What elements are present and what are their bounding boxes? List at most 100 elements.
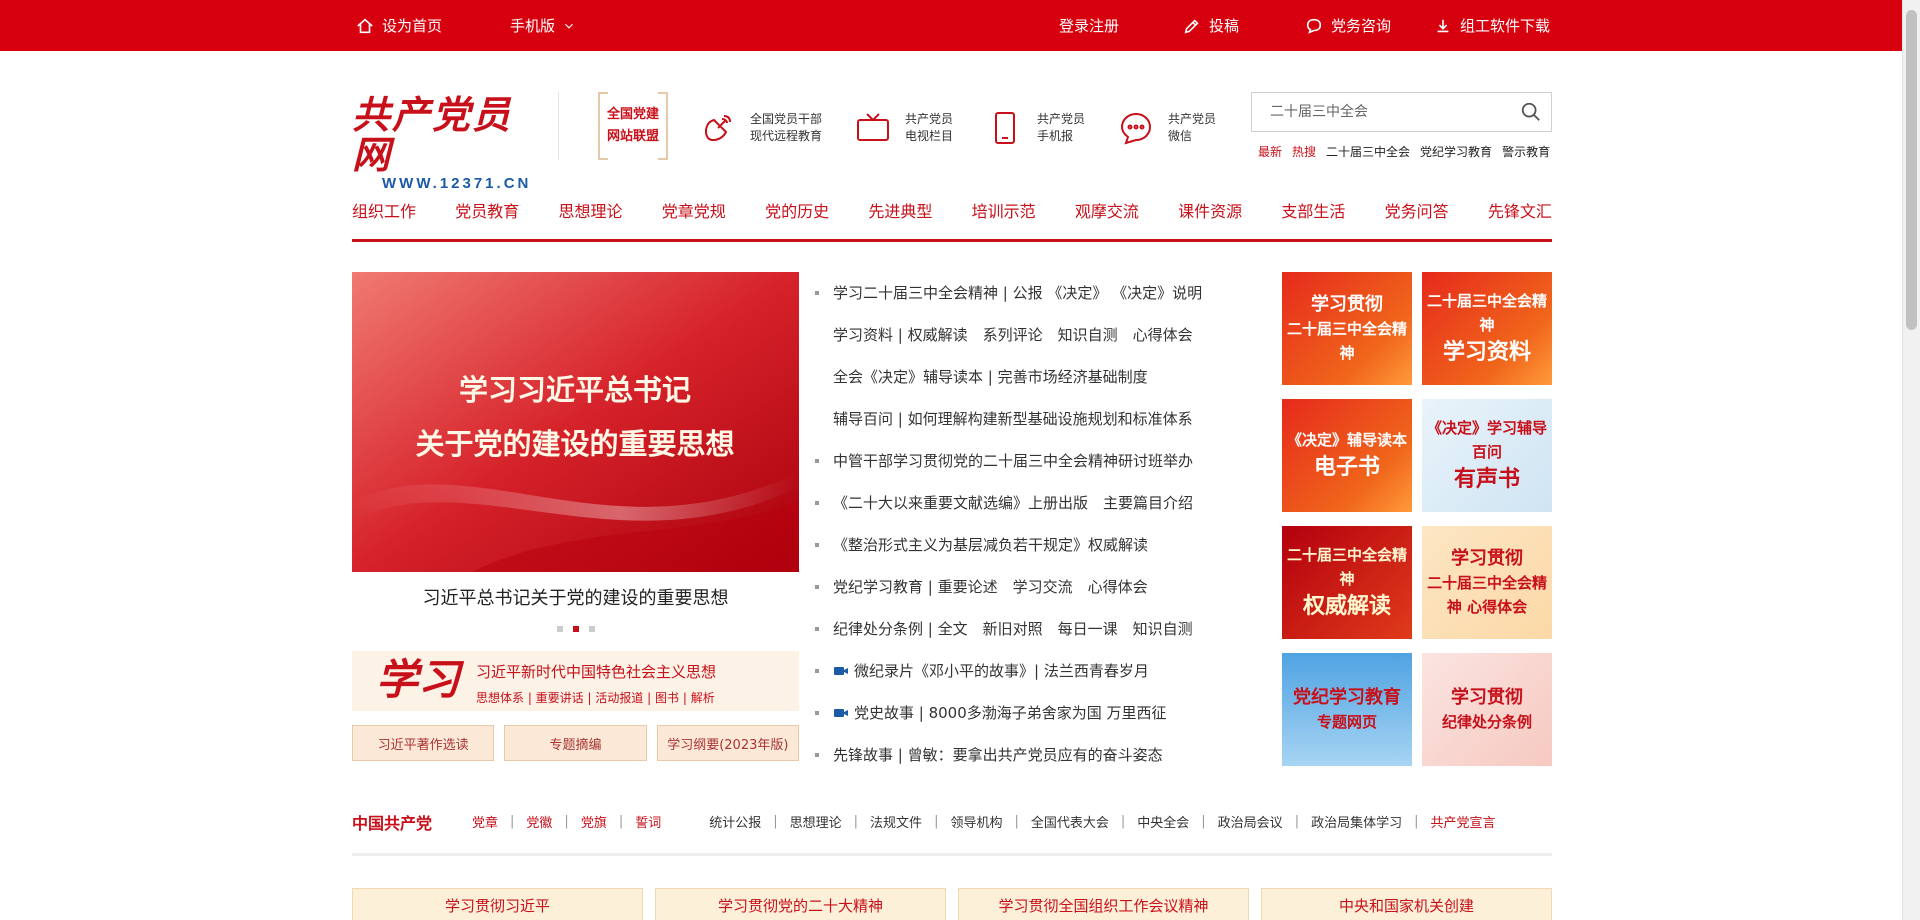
separator: | xyxy=(1294,814,1300,829)
headline-news-list: 学习二十届三中全会精神 | 公报 《决定》 《决定》说明 学习资料 | 权威解读 … xyxy=(815,272,1235,776)
xuexi-brush-logo: 学习 xyxy=(376,655,461,704)
nav-item[interactable]: 思想理论 xyxy=(559,198,623,239)
cpc-info-link[interactable]: 政治局集体学习 xyxy=(1311,812,1402,831)
carousel-dot[interactable] xyxy=(556,626,563,632)
news-item[interactable]: 纪律处分条例 | 全文 新旧对照 每日一课 知识自测 xyxy=(815,608,1235,650)
hot-label[interactable]: 热搜 xyxy=(1292,143,1316,160)
login-register-link[interactable]: 登录注册 xyxy=(1059,0,1119,51)
study-outline-button[interactable]: 学习纲要(2023年版) xyxy=(656,725,799,761)
nav-item[interactable]: 培训示范 xyxy=(972,198,1036,239)
cpc-title[interactable]: 中国共产党 xyxy=(352,810,432,834)
topic-excerpts-button[interactable]: 专题摘编 xyxy=(504,725,647,761)
news-item[interactable]: 《二十大以来重要文献选编》上册出版 主要篇目介绍 xyxy=(815,482,1235,524)
nav-item[interactable]: 课件资源 xyxy=(1178,198,1242,239)
hot-keyword[interactable]: 党纪学习教育 xyxy=(1420,143,1492,160)
mobile-version-dropdown[interactable]: 手机版 xyxy=(510,0,575,51)
xi-thought-banner[interactable]: 学习 习近平新时代中国特色社会主义思想 思想体系 | 重要讲话 | 活动报道 |… xyxy=(352,651,799,711)
search-icon xyxy=(1521,102,1540,121)
search-button[interactable] xyxy=(1511,93,1551,131)
feature-tile[interactable]: 二十届三中全会精神 学习资料 xyxy=(1422,272,1552,385)
chevron-down-icon xyxy=(565,23,573,29)
feature-tile[interactable]: 学习贯彻 纪律处分条例 xyxy=(1422,653,1552,766)
cpc-info-link[interactable]: 领导机构 xyxy=(950,812,1002,831)
nav-item[interactable]: 组织工作 xyxy=(352,198,416,239)
nav-item[interactable]: 党务问答 xyxy=(1385,198,1449,239)
software-download-link[interactable]: 组工软件下载 xyxy=(1434,0,1550,51)
cpc-info-link[interactable]: 法规文件 xyxy=(870,812,922,831)
communist-manifesto-link[interactable]: 共产党宣言 xyxy=(1430,812,1495,831)
chat-icon xyxy=(1306,18,1322,34)
cpc-info-link[interactable]: 中央全会 xyxy=(1137,812,1189,831)
feature-tile[interactable]: 《决定》学习辅导百问 有声书 xyxy=(1422,399,1552,512)
cpc-link-bar: 中国共产党 党章 | 党徽 | 党旗 | 誓词 统计公报 | 思想理论 | 法规文件 | 领导机构 | 全国代… xyxy=(352,806,1552,856)
site-logo[interactable]: 共产党员网 WWW.12371.CN xyxy=(352,95,528,193)
cpc-info-link[interactable]: 政治局会议 xyxy=(1218,812,1283,831)
latest-label[interactable]: 最新 xyxy=(1258,143,1282,160)
news-item[interactable]: 《整治形式主义为基层减负若干规定》权威解读 xyxy=(815,524,1235,566)
xuexi-links[interactable]: 思想体系 | 重要讲话 | 活动报道 | 图书 | 解析 xyxy=(476,689,715,706)
news-item[interactable]: 中管干部学习贯彻党的二十届三中全会精神研讨班举办 xyxy=(815,440,1235,482)
distance-education-link[interactable]: 全国党员干部 现代远程教育 xyxy=(700,110,822,146)
carousel-dot-active[interactable] xyxy=(572,626,579,632)
feature-tiles: 学习贯彻 二十届三中全会精神 二十届三中全会精神 学习资料 《决定》辅导读本 电子书 《决定… xyxy=(1282,272,1552,766)
carousel-dot[interactable] xyxy=(588,626,595,632)
carousel-slide[interactable]: 学习习近平总书记 关于党的建设的重要思想 xyxy=(352,272,799,572)
topic-banner[interactable]: 学习贯彻党的二十大精神 xyxy=(655,888,946,920)
scrollbar-thumb[interactable] xyxy=(1906,10,1917,330)
nav-item[interactable]: 先锋文汇 xyxy=(1488,198,1552,239)
feature-tile[interactable]: 学习贯彻 二十届三中全会精神 心得体会 xyxy=(1422,526,1552,639)
news-item[interactable]: 全会《决定》辅导读本 | 完善市场经济基础制度 xyxy=(815,356,1235,398)
pen-icon xyxy=(1184,18,1199,33)
nav-item[interactable]: 党的历史 xyxy=(765,198,829,239)
separator: | xyxy=(510,814,515,829)
news-item[interactable]: 党史故事 | 8000多渤海子弟舍家为国 万里西征 xyxy=(815,692,1235,734)
nav-item[interactable]: 观摩交流 xyxy=(1075,198,1139,239)
mobile-newspaper-link[interactable]: 共产党员 手机报 xyxy=(987,110,1085,146)
set-homepage-link[interactable]: 设为首页 xyxy=(356,0,442,51)
feature-tile[interactable]: 二十届三中全会精神 权威解读 xyxy=(1282,526,1412,639)
news-item[interactable]: 学习二十届三中全会精神 | 公报 《决定》 《决定》说明 xyxy=(815,272,1235,314)
separator: | xyxy=(1120,814,1126,829)
cpc-info-link[interactable]: 全国代表大会 xyxy=(1031,812,1109,831)
topic-banner[interactable]: 学习贯彻全国组织工作会议精神 xyxy=(958,888,1249,920)
cpc-info-link[interactable]: 思想理论 xyxy=(790,812,842,831)
cpc-symbol-link[interactable]: 党章 xyxy=(472,812,498,831)
cpc-info-link[interactable]: 统计公报 xyxy=(709,812,761,831)
wechat-link[interactable]: 共产党员 微信 xyxy=(1118,110,1216,146)
topic-banner[interactable]: 中央和国家机关创建 xyxy=(1261,888,1552,920)
news-item[interactable]: 学习资料 | 权威解读 系列评论 知识自测 心得体会 xyxy=(815,314,1235,356)
cpc-symbol-link[interactable]: 党旗 xyxy=(581,812,607,831)
submit-article-link[interactable]: 投稿 xyxy=(1183,0,1239,51)
news-item[interactable]: 先锋故事 | 曾敏：要拿出共产党员应有的奋斗姿态 xyxy=(815,734,1235,776)
vertical-scrollbar[interactable] xyxy=(1902,0,1920,920)
xuexi-sub-buttons: 习近平著作选读 专题摘编 学习纲要(2023年版) xyxy=(352,725,799,761)
carousel-caption[interactable]: 习近平总书记关于党的建设的重要思想 xyxy=(352,584,799,610)
main-nav: 组织工作 党员教育 思想理论 党章党规 党的历史 先进典型 培训示范 观摩交流 … xyxy=(352,198,1552,242)
party-website-alliance-badge[interactable]: 全国党建 网站联盟 xyxy=(598,91,668,161)
search-input[interactable] xyxy=(1252,93,1511,131)
nav-item[interactable]: 先进典型 xyxy=(868,198,932,239)
tv-icon xyxy=(857,113,889,141)
hot-keyword[interactable]: 警示教育 xyxy=(1502,143,1550,160)
topic-banner[interactable]: 学习贯彻习近平 xyxy=(352,888,643,920)
feature-tile[interactable]: 学习贯彻 二十届三中全会精神 xyxy=(1282,272,1412,385)
party-consult-link[interactable]: 党务咨询 xyxy=(1305,0,1391,51)
nav-item[interactable]: 支部生活 xyxy=(1281,198,1345,239)
news-item[interactable]: 辅导百问 | 如何理解构建新型基础设施规划和标准体系 xyxy=(815,398,1235,440)
tv-column-link[interactable]: 共产党员 电视栏目 xyxy=(855,110,953,146)
news-item[interactable]: 党纪学习教育 | 重要论述 学习交流 心得体会 xyxy=(815,566,1235,608)
separator: | xyxy=(1014,814,1019,829)
nav-item[interactable]: 党员教育 xyxy=(455,198,519,239)
nav-item[interactable]: 党章党规 xyxy=(662,198,726,239)
search-box xyxy=(1251,92,1552,132)
cpc-symbol-link[interactable]: 誓词 xyxy=(635,812,661,831)
satellite-dish-icon xyxy=(705,115,731,141)
separator: | xyxy=(773,814,778,829)
separator: | xyxy=(564,814,569,829)
selected-works-button[interactable]: 习近平著作选读 xyxy=(352,725,495,761)
cpc-symbol-link[interactable]: 党徽 xyxy=(526,812,552,831)
feature-tile[interactable]: 党纪学习教育 专题网页 xyxy=(1282,653,1412,766)
feature-tile[interactable]: 《决定》辅导读本 电子书 xyxy=(1282,399,1412,512)
news-item[interactable]: 微纪录片《邓小平的故事》| 法兰西青春岁月 xyxy=(815,650,1235,692)
hot-keyword[interactable]: 二十届三中全会 xyxy=(1326,143,1410,160)
